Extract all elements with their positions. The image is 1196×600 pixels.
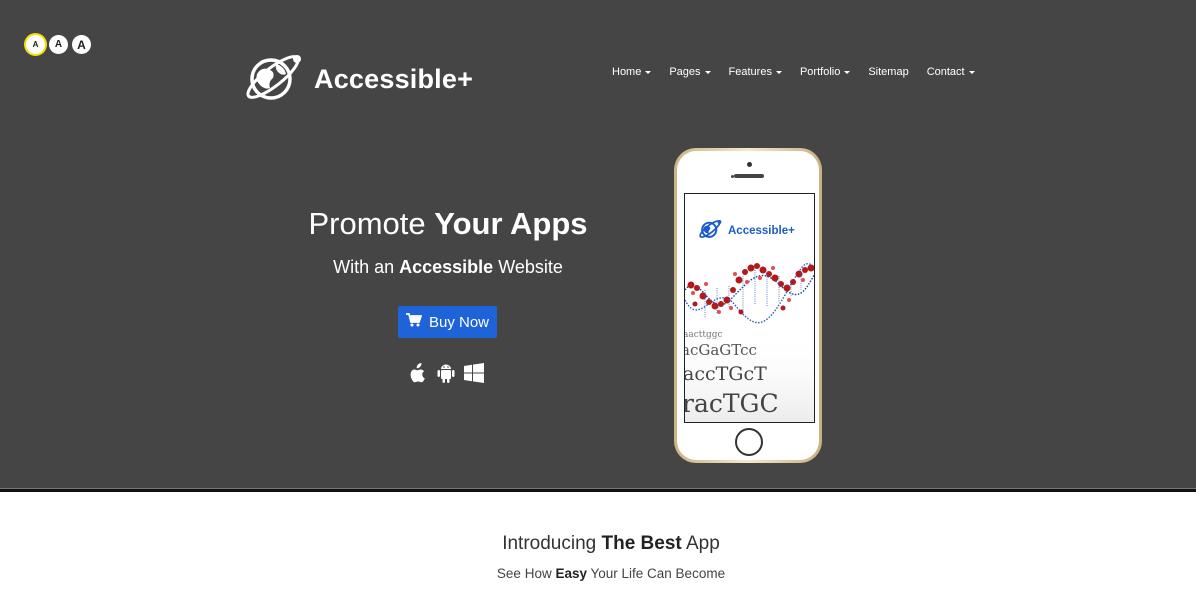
font-size-small-button[interactable]: A <box>26 35 45 54</box>
nav-label: Features <box>728 66 772 78</box>
nav-item-contact[interactable]: Contact <box>927 66 975 78</box>
dna-text-line: aacttggc <box>685 330 723 340</box>
phone-speaker <box>734 174 764 178</box>
phone-screen: Accessible+ aacttggc acGaGTcc accTGcT ra… <box>684 193 815 423</box>
intro-sub-pre: See How <box>496 566 556 581</box>
brand-name: Accessible+ <box>314 64 474 94</box>
intro-title: Introducing The Best App <box>0 533 1196 555</box>
intro-subtitle: See How Easy Your Life Can Become <box>0 566 1196 581</box>
nav-label: Home <box>612 66 642 78</box>
nav-item-sitemap[interactable]: Sitemap <box>868 66 908 78</box>
caret-down-icon <box>775 70 782 74</box>
nav-label: Sitemap <box>868 66 909 78</box>
dna-text-line: accTGcT <box>685 363 767 385</box>
font-size-large-button[interactable]: A <box>72 35 91 54</box>
hero-subtitle-pre: With an <box>333 257 400 277</box>
windows-icon[interactable] <box>464 362 484 384</box>
caret-down-icon <box>704 70 711 74</box>
hero-title: Promote Your Apps <box>260 206 636 242</box>
intro-title-pre: Introducing <box>502 533 602 554</box>
font-size-medium-button[interactable]: A <box>49 35 68 54</box>
dna-text-line: racTGC <box>685 389 779 418</box>
caret-down-icon <box>968 70 975 74</box>
caret-down-icon <box>844 70 851 74</box>
platform-icons <box>408 362 484 384</box>
screen-logo: Accessible+ <box>697 216 795 245</box>
nav-item-pages[interactable]: Pages <box>669 66 711 78</box>
nav-label: Contact <box>926 66 965 78</box>
hero-section: A A A Accessible+ Home Pages Features Po… <box>0 0 1196 490</box>
apple-icon[interactable] <box>408 362 428 384</box>
intro-title-bold: The Best <box>601 533 682 554</box>
nav-item-portfolio[interactable]: Portfolio <box>799 66 851 78</box>
cart-icon <box>405 313 423 331</box>
hero-title-bold: Your Apps <box>434 206 588 241</box>
hero-title-normal: Promote <box>308 206 435 241</box>
section-divider <box>0 488 1196 492</box>
buy-now-button[interactable]: Buy Now <box>398 306 497 338</box>
caret-down-icon <box>645 70 652 74</box>
screen-brand: Accessible+ <box>728 224 795 237</box>
phone-camera <box>747 162 752 167</box>
dna-image: aacttggc acGaGTcc accTGcT racTGC <box>685 263 814 422</box>
hero-subtitle: With an Accessible Website <box>260 257 636 278</box>
phone-mockup: Accessible+ aacttggc acGaGTcc accTGcT ra… <box>674 148 822 463</box>
nav-item-home[interactable]: Home <box>612 66 652 78</box>
nav-item-features[interactable]: Features <box>729 66 782 78</box>
font-size-switcher: A A A <box>26 35 91 54</box>
nav-label: Portfolio <box>799 66 841 78</box>
nav-label: Pages <box>669 66 701 78</box>
globe-logo-icon <box>697 216 723 245</box>
hero-subtitle-post: Website <box>493 257 563 277</box>
hero-subtitle-bold: Accessible <box>399 257 494 277</box>
dna-text-line: acGaGTcc <box>685 341 757 359</box>
globe-logo-icon <box>240 44 306 115</box>
intro-title-post: App <box>681 533 720 554</box>
intro-sub-bold: Easy <box>555 566 587 581</box>
main-nav: Home Pages Features Portfolio Sitemap Co… <box>612 66 975 78</box>
phone-body: Accessible+ aacttggc acGaGTcc accTGcT ra… <box>677 151 819 460</box>
android-icon[interactable] <box>436 362 456 384</box>
intro-sub-post: Your Life Can Become <box>586 566 726 581</box>
buy-now-label: Buy Now <box>428 313 490 331</box>
phone-home-button <box>735 428 763 456</box>
site-logo[interactable]: Accessible+ <box>240 44 473 115</box>
